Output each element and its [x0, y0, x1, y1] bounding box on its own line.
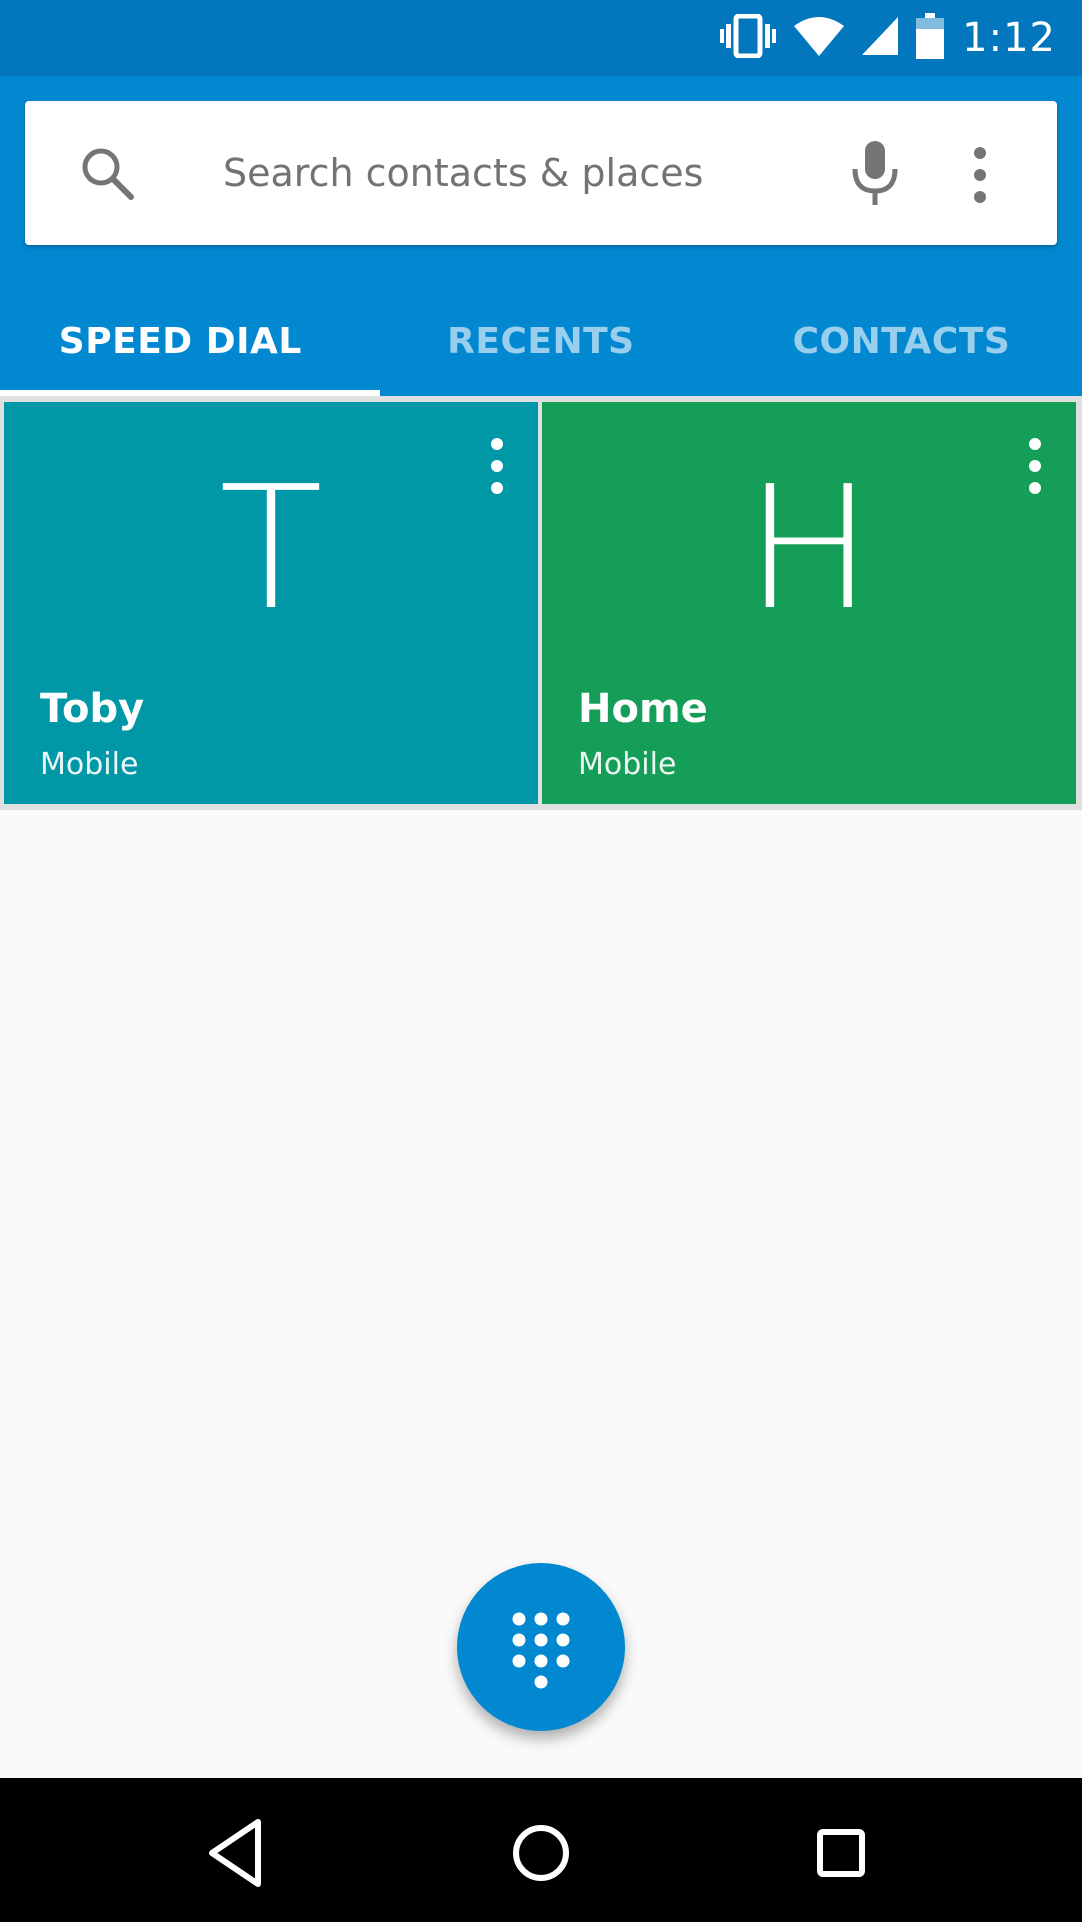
contact-name: Toby	[40, 686, 145, 732]
contact-letter-avatar: H	[745, 450, 873, 648]
more-options-icon[interactable]	[486, 436, 508, 496]
more-options-icon[interactable]	[1024, 436, 1046, 496]
contact-phone-type: Mobile	[578, 747, 677, 782]
wifi-icon	[794, 16, 845, 60]
tab-speed-dial[interactable]: SPEED DIAL	[0, 286, 361, 396]
status-icons: 1:12	[720, 0, 1056, 76]
dialer-screen: 1:12 Search contacts & places SPEED DIAL…	[0, 0, 1082, 1922]
dialpad-fab-button[interactable]	[457, 1563, 625, 1731]
speed-dial-tile-toby[interactable]: T Toby Mobile	[4, 402, 538, 804]
tab-contacts[interactable]: CONTACTS	[721, 286, 1082, 396]
dialpad-icon	[509, 1609, 573, 1691]
cell-signal-icon	[862, 17, 899, 59]
status-time: 1:12	[962, 15, 1056, 61]
contact-phone-type: Mobile	[40, 747, 139, 782]
contact-letter-avatar: T	[219, 450, 323, 648]
back-icon[interactable]	[196, 1808, 286, 1898]
navigation-bar	[0, 1778, 1082, 1922]
contact-name: Home	[578, 686, 708, 732]
speed-dial-tile-home[interactable]: H Home Mobile	[542, 402, 1076, 804]
search-icon[interactable]	[77, 143, 137, 203]
mic-icon[interactable]	[845, 139, 905, 209]
search-input[interactable]: Search contacts & places	[223, 151, 703, 195]
app-bar: Search contacts & places SPEED DIAL RECE…	[0, 76, 1082, 396]
tab-recents[interactable]: RECENTS	[361, 286, 722, 396]
speed-dial-grid: T Toby Mobile H Home Mobile	[0, 396, 1082, 810]
vibrate-icon	[720, 13, 777, 62]
search-box[interactable]: Search contacts & places	[25, 101, 1057, 245]
home-icon[interactable]	[496, 1808, 586, 1898]
tab-bar: SPEED DIAL RECENTS CONTACTS	[0, 286, 1082, 396]
battery-icon	[916, 13, 945, 63]
recents-icon[interactable]	[796, 1808, 886, 1898]
overflow-menu-icon[interactable]	[970, 145, 990, 205]
status-bar: 1:12	[0, 0, 1082, 76]
